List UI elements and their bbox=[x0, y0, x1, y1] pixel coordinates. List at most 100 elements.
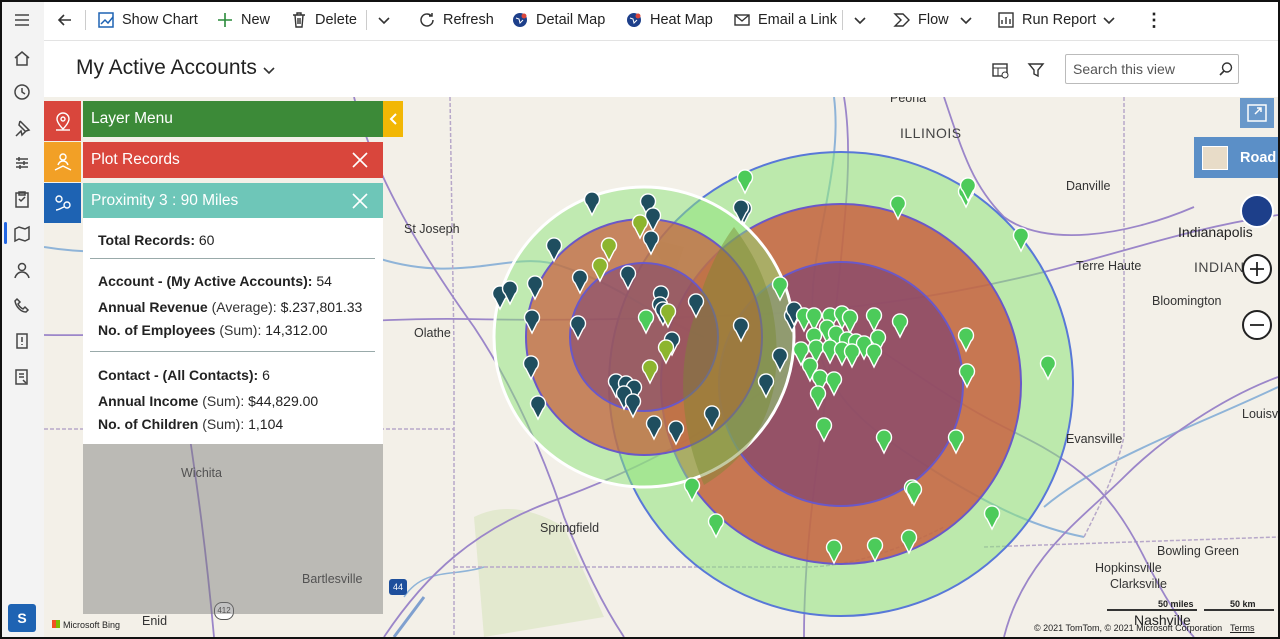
contact-value: 6 bbox=[262, 367, 270, 383]
trash-icon bbox=[293, 12, 305, 28]
road-label: Road bbox=[1240, 149, 1277, 166]
proximity-layer-tab[interactable] bbox=[44, 142, 81, 182]
contact-label: Contact - (All Contacts): bbox=[98, 367, 259, 383]
scale-km: 50 km bbox=[1230, 599, 1256, 609]
zoom-in-button[interactable] bbox=[1242, 254, 1272, 284]
page-title[interactable]: My Active Accounts bbox=[76, 56, 257, 80]
layer-menu-title: Layer Menu bbox=[91, 110, 173, 127]
proximity-header[interactable]: Proximity 3 : 90 Miles bbox=[83, 183, 383, 219]
annual-income-agg: (Sum): bbox=[202, 393, 245, 409]
plus-icon bbox=[1250, 262, 1264, 276]
terms-link[interactable]: Terms bbox=[1230, 623, 1255, 633]
close-plot-records-icon[interactable] bbox=[351, 151, 369, 169]
contact-row: Contact - (All Contacts): 6 bbox=[98, 367, 270, 383]
map-canvas[interactable]: Peoria ILLINOIS Danville Indianapolis IN… bbox=[44, 97, 1278, 637]
active-nav-indicator bbox=[4, 222, 7, 244]
search-input[interactable] bbox=[1065, 54, 1239, 84]
left-navigation: S bbox=[0, 0, 45, 639]
heat-map-label: Heat Map bbox=[650, 12, 713, 28]
pin-icon[interactable] bbox=[10, 116, 34, 140]
user-avatar[interactable]: S bbox=[8, 604, 36, 632]
total-records-label: Total Records: bbox=[98, 232, 195, 248]
map-label-clarksville: Clarksville bbox=[1110, 577, 1167, 591]
annual-income-row: Annual Income (Sum): $44,829.00 bbox=[98, 393, 318, 409]
map-label-indianapolis: Indianapolis bbox=[1178, 224, 1253, 240]
account-label: Account - (My Active Accounts): bbox=[98, 273, 313, 289]
fullscreen-button[interactable] bbox=[1240, 98, 1274, 128]
annual-revenue-label: Annual Revenue bbox=[98, 299, 208, 315]
delete-button[interactable]: Delete bbox=[290, 0, 357, 40]
more-commands-chevron[interactable] bbox=[377, 0, 391, 40]
delete-label: Delete bbox=[315, 12, 357, 28]
annual-income-value: $44,829.00 bbox=[248, 393, 319, 409]
plot-records-title: Plot Records bbox=[91, 151, 180, 168]
settings-sliders-icon[interactable] bbox=[10, 151, 34, 175]
annual-revenue-value: $.237,801.33 bbox=[280, 299, 363, 315]
plot-layer-tab[interactable] bbox=[44, 101, 81, 141]
location-pin-icon bbox=[55, 112, 70, 131]
road-thumbnail-icon bbox=[1202, 145, 1228, 170]
refresh-icon bbox=[420, 13, 434, 27]
annual-revenue-row: Annual Revenue (Average): $.237,801.33 bbox=[98, 299, 362, 315]
route-pins-icon bbox=[54, 195, 71, 211]
compass-icon[interactable] bbox=[1240, 194, 1274, 228]
road-map-style-button[interactable]: Road bbox=[1194, 137, 1278, 178]
annual-income-label: Annual Income bbox=[98, 393, 199, 409]
home-icon[interactable] bbox=[10, 46, 34, 70]
refresh-button[interactable]: Refresh bbox=[418, 0, 494, 40]
flow-label: Flow bbox=[918, 12, 949, 28]
person-icon[interactable] bbox=[10, 258, 34, 282]
document-alert-icon[interactable] bbox=[10, 329, 34, 353]
bing-label: Microsoft Bing bbox=[63, 620, 121, 630]
hamburger-menu-icon[interactable] bbox=[10, 8, 34, 32]
collapse-panel-button[interactable] bbox=[383, 101, 403, 137]
phone-icon[interactable] bbox=[10, 294, 34, 318]
close-proximity-icon[interactable] bbox=[351, 192, 369, 210]
expand-icon bbox=[1247, 104, 1267, 122]
new-label: New bbox=[241, 12, 271, 28]
clipboard-icon[interactable] bbox=[10, 187, 34, 211]
map-label-bloomington: Bloomington bbox=[1152, 294, 1222, 308]
account-value: 54 bbox=[316, 273, 332, 289]
employees-value: 14,312.00 bbox=[265, 322, 328, 338]
detail-map-label: Detail Map bbox=[536, 12, 606, 28]
more-options-icon[interactable]: ⋮ bbox=[1145, 0, 1163, 40]
new-button[interactable]: New bbox=[216, 0, 270, 40]
filter-icon[interactable] bbox=[1027, 61, 1045, 79]
panel-overlay bbox=[83, 444, 383, 614]
map-icon[interactable] bbox=[10, 222, 34, 246]
employees-agg: (Sum): bbox=[219, 322, 262, 338]
email-dropdown-chevron[interactable] bbox=[853, 0, 867, 40]
back-button[interactable] bbox=[56, 0, 81, 40]
edit-columns-icon[interactable] bbox=[991, 61, 1009, 79]
flow-button[interactable]: Flow bbox=[893, 0, 949, 40]
email-icon bbox=[734, 14, 750, 26]
map-label-terre-haute: Terre Haute bbox=[1076, 259, 1142, 273]
run-report-dropdown-chevron[interactable] bbox=[1102, 0, 1116, 40]
report-icon[interactable] bbox=[10, 365, 34, 389]
globe-heat-icon bbox=[627, 13, 641, 27]
detail-map-button[interactable]: Detail Map bbox=[511, 0, 605, 40]
email-link-button[interactable]: Email a Link bbox=[733, 0, 837, 40]
map-label-peoria: Peoria bbox=[890, 97, 927, 105]
plot-records-header[interactable]: Plot Records bbox=[83, 142, 383, 178]
layer-menu-header[interactable]: Layer Menu bbox=[83, 101, 383, 137]
scale-miles: 50 miles bbox=[1158, 599, 1194, 609]
minus-icon bbox=[1250, 324, 1264, 326]
heat-map-button[interactable]: Heat Map bbox=[625, 0, 713, 40]
proximity-stats-panel: Total Records: 60 Account - (My Active A… bbox=[83, 218, 383, 444]
annual-revenue-agg: (Average): bbox=[211, 299, 277, 315]
recent-clock-icon[interactable] bbox=[10, 80, 34, 104]
map-label-springfield: Springfield bbox=[540, 521, 600, 535]
flow-dropdown-chevron[interactable] bbox=[959, 0, 973, 40]
zoom-out-button[interactable] bbox=[1242, 310, 1272, 340]
chevron-left-icon bbox=[389, 113, 397, 125]
map-label-indiana: INDIAN bbox=[1194, 259, 1245, 275]
view-selector-chevron-icon[interactable] bbox=[262, 63, 276, 77]
show-chart-button[interactable]: Show Chart bbox=[97, 0, 198, 40]
route-layer-tab[interactable] bbox=[44, 183, 81, 223]
map-label-st-joseph: St Joseph bbox=[404, 222, 460, 236]
search-icon[interactable] bbox=[1218, 61, 1234, 77]
report-icon bbox=[998, 12, 1014, 28]
run-report-button[interactable]: Run Report bbox=[997, 0, 1096, 40]
